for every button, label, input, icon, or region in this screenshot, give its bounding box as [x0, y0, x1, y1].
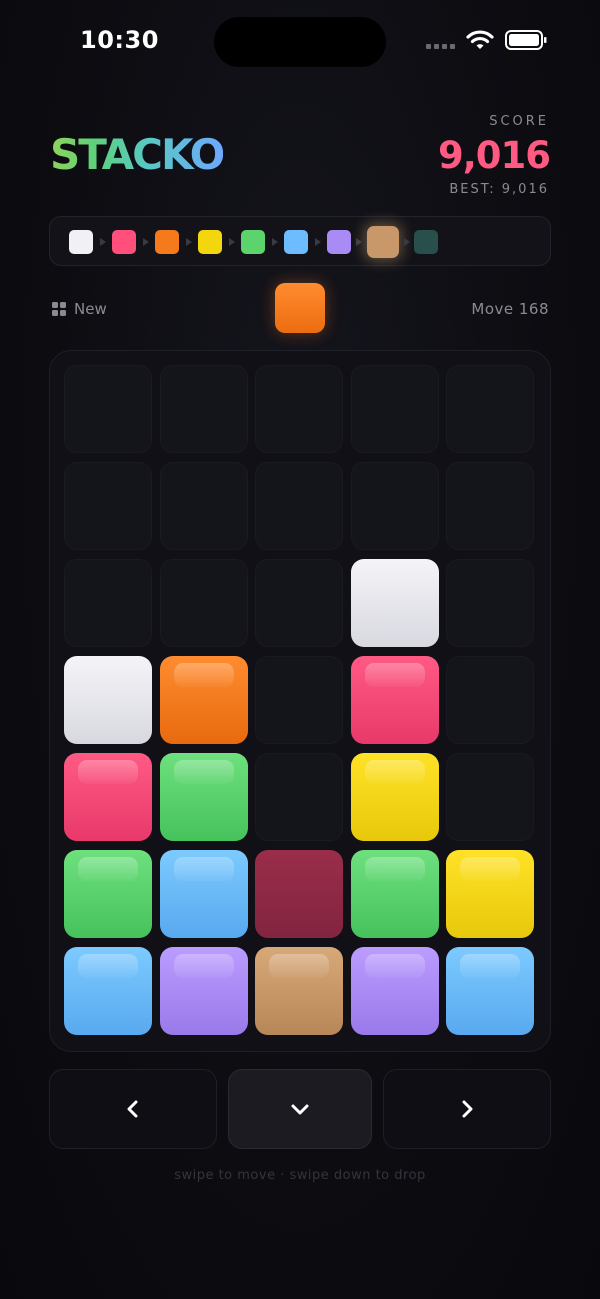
- tile-yellow: [446, 850, 534, 938]
- tile-tan: [255, 947, 343, 1035]
- board-cell: [160, 365, 248, 453]
- game-board[interactable]: [49, 350, 551, 1052]
- color-evolution-strip: [49, 216, 551, 266]
- tile-pink: [351, 656, 439, 744]
- dynamic-island: [214, 17, 386, 67]
- evolution-swatch-tan: [367, 226, 399, 258]
- drop-button[interactable]: [228, 1069, 372, 1149]
- board-cell: [446, 462, 534, 550]
- evolution-swatch-yellow: [198, 230, 222, 254]
- evolution-swatch-purple: [327, 230, 351, 254]
- chevron-down-icon: [291, 1104, 309, 1115]
- best-score: BEST: 9,016: [449, 182, 549, 197]
- game-screen: 10:30 STACKO SCORE 9,016 BEST: 9,016 New…: [0, 0, 600, 1299]
- tile-yellow: [351, 753, 439, 841]
- board-cell: [255, 656, 343, 744]
- evolution-swatch-green: [241, 230, 265, 254]
- tile-blue: [160, 850, 248, 938]
- board-cell: [255, 753, 343, 841]
- tile-blue: [446, 947, 534, 1035]
- board-cell: [255, 462, 343, 550]
- evolution-arrow: [356, 238, 362, 246]
- chevron-right-icon: [462, 1100, 473, 1118]
- tile-orange: [160, 656, 248, 744]
- score-value: 9,016: [437, 134, 551, 177]
- board-cell: [351, 462, 439, 550]
- evolution-arrow: [142, 238, 149, 246]
- tile-blue: [64, 947, 152, 1035]
- grid-icon: [52, 302, 66, 316]
- next-piece: [275, 283, 325, 333]
- cellular-signal-icon: [426, 44, 455, 49]
- board-cell: [160, 559, 248, 647]
- tile-white: [64, 656, 152, 744]
- board-cell: [255, 365, 343, 453]
- board-cell: [64, 462, 152, 550]
- score-label: SCORE: [489, 114, 549, 129]
- tile-green: [351, 850, 439, 938]
- evolution-arrow: [99, 238, 106, 246]
- board-cell: [446, 365, 534, 453]
- evolution-arrow: [228, 238, 235, 246]
- move-left-button[interactable]: [49, 1069, 217, 1149]
- board-cell: [255, 559, 343, 647]
- evolution-arrow: [271, 238, 278, 246]
- board-cell: [446, 559, 534, 647]
- move-counter: Move 168: [471, 300, 549, 318]
- evolution-arrow: [403, 238, 410, 246]
- tile-green: [64, 850, 152, 938]
- board-cell: [351, 365, 439, 453]
- tile-maroon: [255, 850, 343, 938]
- tile-pink: [64, 753, 152, 841]
- evolution-arrow: [314, 238, 321, 246]
- chevron-left-icon: [127, 1100, 138, 1118]
- evolution-swatch-blue: [284, 230, 308, 254]
- status-time: 10:30: [80, 26, 159, 54]
- tile-green: [160, 753, 248, 841]
- evolution-swatch-pink: [112, 230, 136, 254]
- new-game-button[interactable]: New: [52, 300, 107, 318]
- board-cell: [64, 365, 152, 453]
- tile-purple: [160, 947, 248, 1035]
- evolution-swatch-orange: [155, 230, 179, 254]
- control-hint: swipe to move · swipe down to drop: [174, 1168, 426, 1183]
- battery-icon: [505, 30, 547, 50]
- board-cell: [160, 462, 248, 550]
- board-cell: [446, 753, 534, 841]
- move-right-button[interactable]: [383, 1069, 551, 1149]
- board-cell: [64, 559, 152, 647]
- board-cell: [446, 656, 534, 744]
- tile-purple: [351, 947, 439, 1035]
- evolution-swatch-teal: [414, 230, 438, 254]
- tile-white: [351, 559, 439, 647]
- evolution-arrow: [185, 238, 192, 246]
- game-logo: STACKO: [50, 130, 225, 179]
- new-label: New: [74, 300, 107, 318]
- wifi-icon: [466, 30, 494, 49]
- evolution-swatch-white: [69, 230, 93, 254]
